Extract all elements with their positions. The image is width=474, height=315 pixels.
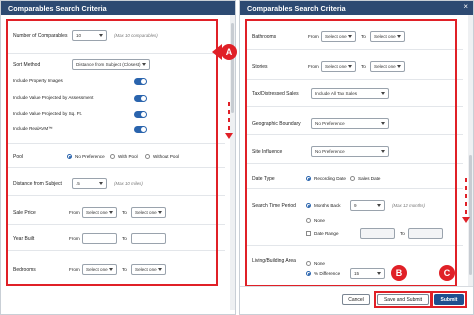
scroll-hint-dash [465, 202, 467, 206]
scrollbar-thumb[interactable] [231, 23, 234, 113]
annotation-box-a [6, 19, 218, 286]
annotation-a-badge: A [221, 44, 237, 60]
scroll-hint-dash [228, 126, 230, 130]
annotation-box-c [431, 291, 467, 308]
scroll-down-arrow-icon [225, 133, 233, 139]
scroll-hint-dash [228, 102, 230, 106]
annotation-c-badge: C [439, 265, 455, 281]
scroll-hint-dash [228, 110, 230, 114]
annotation-box-b [374, 291, 432, 308]
annotation-b-badge: B [391, 265, 407, 281]
cancel-button[interactable]: Cancel [342, 294, 370, 305]
scroll-hint-dash [465, 194, 467, 198]
scrollbar-thumb[interactable] [469, 155, 472, 275]
close-icon[interactable]: × [463, 2, 468, 11]
scroll-hint-dash [465, 186, 467, 190]
right-scrollbar[interactable] [468, 15, 473, 286]
dialog-footer: Cancel Save and Submit Submit [240, 286, 473, 314]
right-criteria-panel: Comparables Search Criteria × Bathrooms … [239, 0, 474, 315]
scroll-hint-dash [465, 178, 467, 182]
left-panel-title: Comparables Search Criteria [1, 1, 235, 15]
scroll-hint-dash [465, 210, 467, 214]
annotation-box-right [245, 19, 457, 287]
scroll-hint-dash [228, 118, 230, 122]
left-criteria-panel: Comparables Search Criteria Number of Co… [0, 0, 236, 315]
scroll-down-arrow-icon [462, 217, 470, 223]
right-panel-title: Comparables Search Criteria [240, 1, 473, 15]
